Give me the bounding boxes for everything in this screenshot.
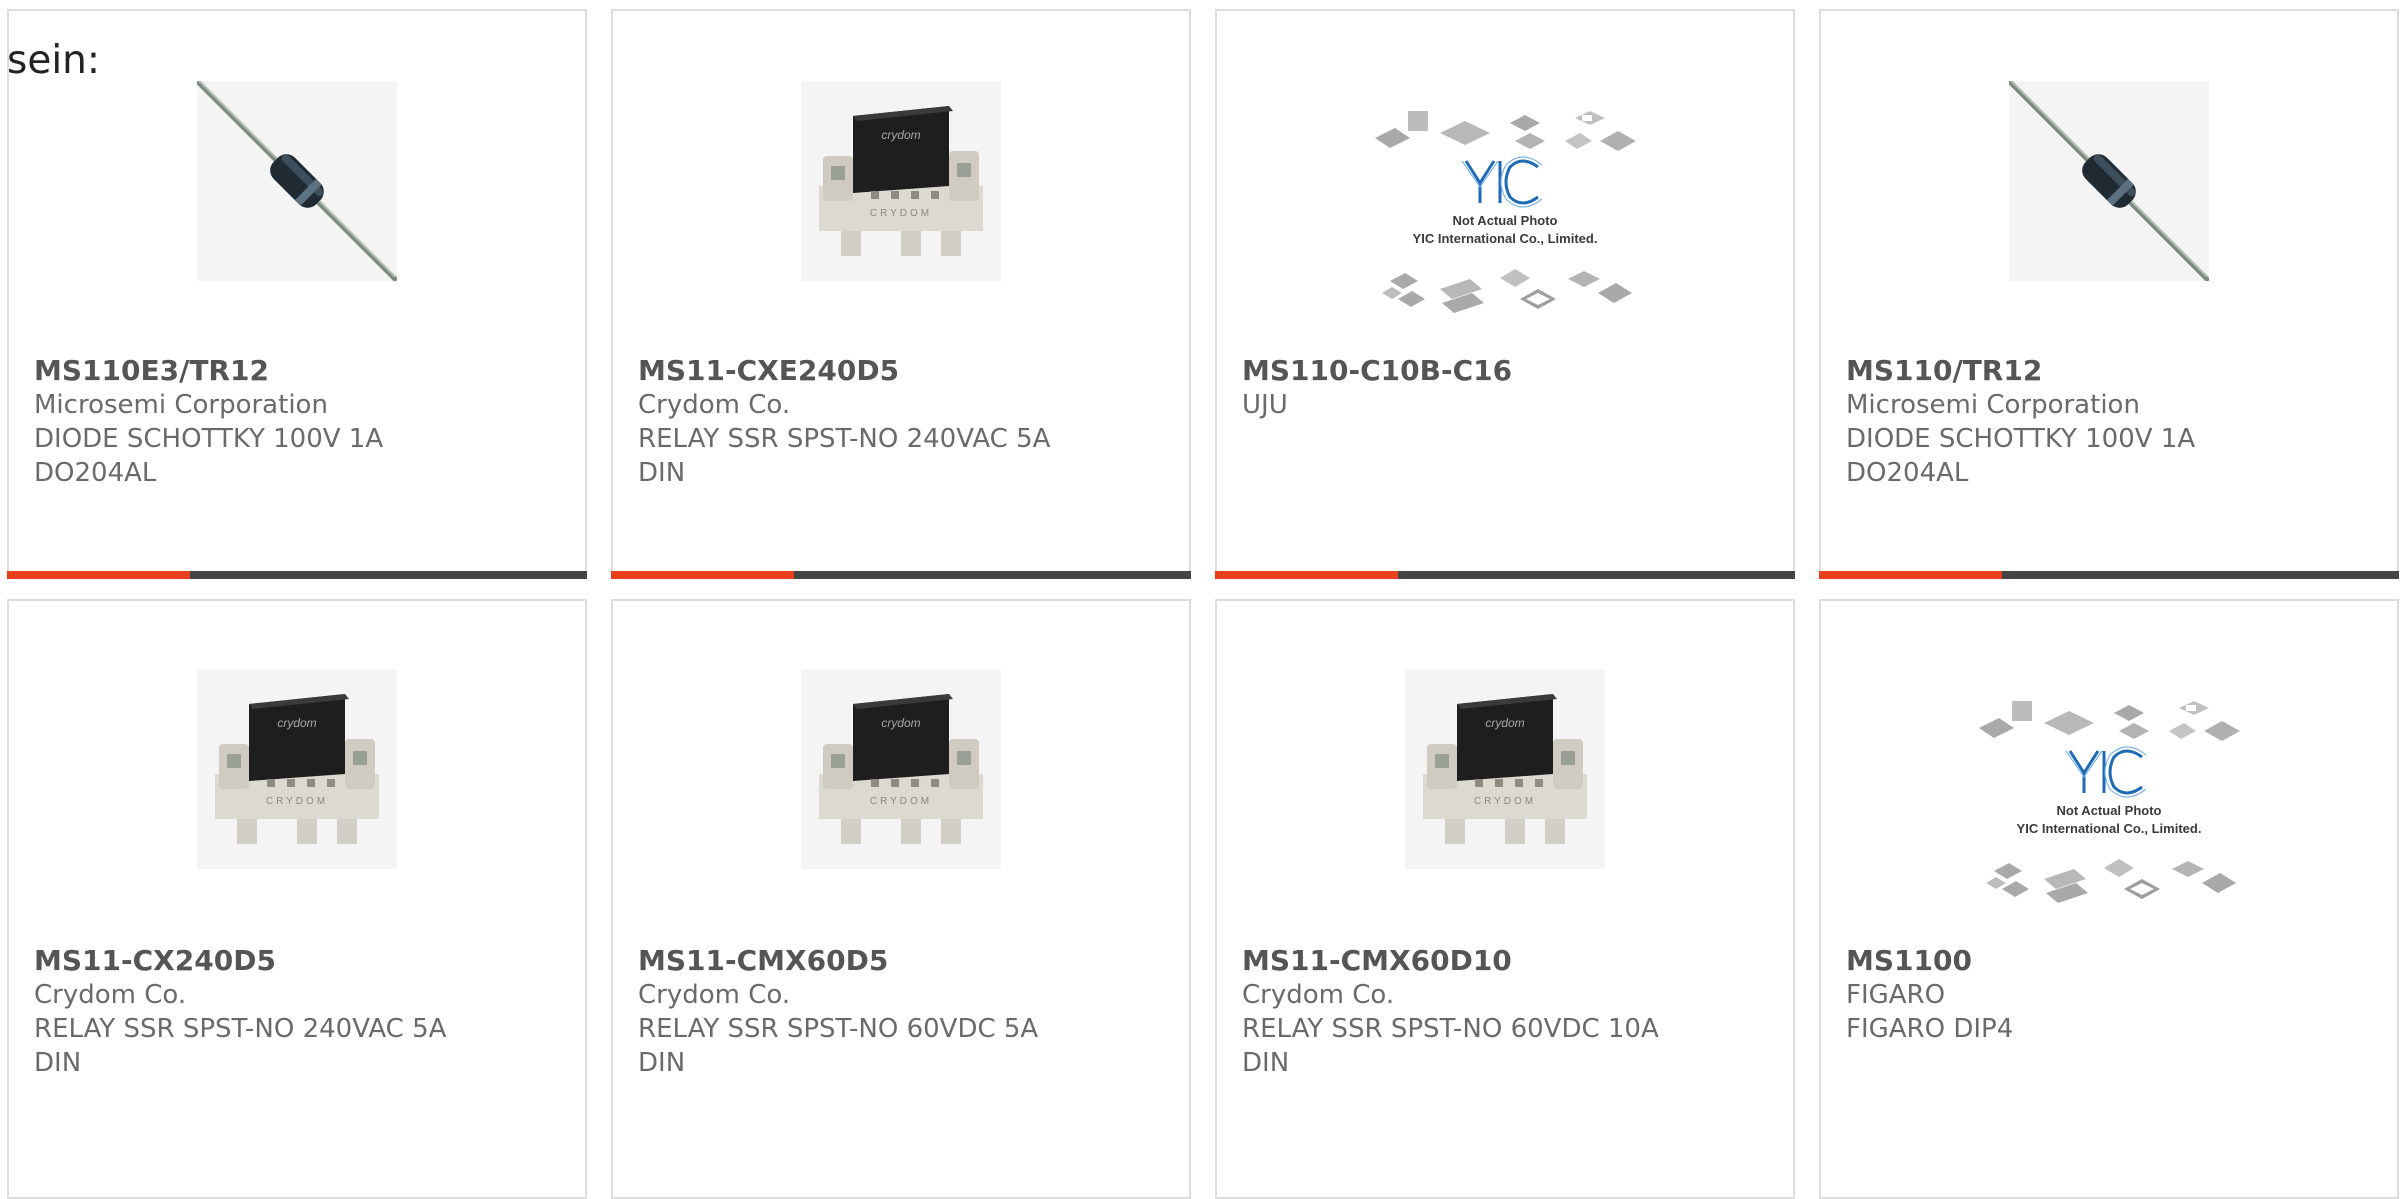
relay-brand-text: crydom xyxy=(1485,716,1524,730)
part-number[interactable]: MS110/TR12 xyxy=(1846,354,2195,388)
product-info: MS110/TR12 Microsemi Corporation DIODE S… xyxy=(1846,354,2195,490)
manufacturer: Crydom Co. xyxy=(638,980,791,1010)
part-number[interactable]: MS11-CMX60D5 xyxy=(638,944,1038,978)
relay-icon: crydom CRYDOM xyxy=(801,669,1001,869)
product-card[interactable]: MS110/TR12 Microsemi Corporation DIODE S… xyxy=(1819,9,2399,579)
card-bottom-bar xyxy=(1819,571,2399,579)
product-info: MS11-CX240D5 Crydom Co. RELAY SSR SPST-N… xyxy=(34,944,446,1080)
product-card[interactable]: crydom CRYDOM MS11-CX240D5 Crydom Co. RE… xyxy=(7,599,587,1199)
product-info: MS11-CXE240D5 Crydom Co. RELAY SSR SPST-… xyxy=(638,354,1050,490)
description-line1: RELAY SSR SPST-NO 240VAC 5A xyxy=(638,424,1051,454)
product-info: MS11-CMX60D10 Crydom Co. RELAY SSR SPST-… xyxy=(1242,944,1659,1080)
card-bottom-bar xyxy=(1215,571,1795,579)
manufacturer: Crydom Co. xyxy=(34,980,187,1010)
relay-icon: crydom CRYDOM xyxy=(1405,669,1605,869)
part-number[interactable]: MS1100 xyxy=(1846,944,2013,978)
product-info: MS110E3/TR12 Microsemi Corporation DIODE… xyxy=(34,354,383,490)
diode-icon xyxy=(2009,81,2209,281)
relay-front-text: CRYDOM xyxy=(1474,796,1536,807)
part-number[interactable]: MS11-CMX60D10 xyxy=(1242,944,1659,978)
product-card[interactable]: MS110E3/TR12 Microsemi Corporation DIODE… xyxy=(7,9,587,579)
card-accent-bar xyxy=(1819,571,2002,579)
description-line2: DO204AL xyxy=(1846,458,1969,488)
relay-brand-text: crydom xyxy=(881,716,920,730)
relay-icon: crydom CRYDOM xyxy=(197,669,397,869)
card-accent-bar xyxy=(611,571,794,579)
description-line2: DIN xyxy=(638,1048,686,1078)
product-info: MS1100 FIGARO FIGARO DIP4 xyxy=(1846,944,2013,1046)
description-line1: DIODE SCHOTTKY 100V 1A xyxy=(34,424,384,454)
description-line1: RELAY SSR SPST-NO 60VDC 5A xyxy=(638,1014,1039,1044)
product-info: MS11-CMX60D5 Crydom Co. RELAY SSR SPST-N… xyxy=(638,944,1038,1080)
placeholder-line1: Not Actual Photo xyxy=(1453,213,1558,228)
product-card[interactable]: crydom CRYDOM MS11-CMX60D10 Crydom Co. R… xyxy=(1215,599,1795,1199)
description-line1: RELAY SSR SPST-NO 240VAC 5A xyxy=(34,1014,447,1044)
product-image[interactable]: crydom CRYDOM xyxy=(1217,669,1793,949)
relay-front-text: CRYDOM xyxy=(870,208,932,219)
product-image[interactable] xyxy=(9,81,585,361)
card-accent-bar xyxy=(1215,571,1398,579)
description-line2: DO204AL xyxy=(34,458,157,488)
product-image[interactable]: crydom CRYDOM xyxy=(9,669,585,949)
relay-brand-text: crydom xyxy=(881,128,920,142)
part-number[interactable]: MS11-CXE240D5 xyxy=(638,354,1050,388)
manufacturer: UJU xyxy=(1242,390,1288,420)
placeholder-line1: Not Actual Photo xyxy=(2057,803,2162,818)
manufacturer: FIGARO xyxy=(1846,980,1946,1010)
intro-text: sein: xyxy=(7,38,101,83)
product-card[interactable]: crydom CRYDOM MS11-CXE240D5 Crydom Co. R… xyxy=(611,9,1191,579)
placeholder-line2: YIC International Co., Limited. xyxy=(2017,821,2202,836)
product-image[interactable]: Not Actual Photo YIC International Co., … xyxy=(1217,103,1793,383)
product-card[interactable]: Not Actual Photo YIC International Co., … xyxy=(1215,9,1795,579)
relay-brand-text: crydom xyxy=(277,716,316,730)
description-line1: RELAY SSR SPST-NO 60VDC 10A xyxy=(1242,1014,1659,1044)
relay-front-text: CRYDOM xyxy=(870,796,932,807)
product-card[interactable]: crydom CRYDOM MS11-CMX60D5 Crydom Co. RE… xyxy=(611,599,1191,1199)
description-line2: DIN xyxy=(638,458,686,488)
placeholder-icon: Not Actual Photo YIC International Co., … xyxy=(1375,111,1636,313)
part-number[interactable]: MS110E3/TR12 xyxy=(34,354,383,388)
part-number[interactable]: MS110-C10B-C16 xyxy=(1242,354,1512,388)
description-line2: DIN xyxy=(34,1048,82,1078)
placeholder-line2: YIC International Co., Limited. xyxy=(1413,231,1598,246)
manufacturer: Microsemi Corporation xyxy=(1846,390,2140,420)
product-image[interactable] xyxy=(1821,81,2397,361)
product-image[interactable]: Not Actual Photo YIC International Co., … xyxy=(1821,693,2397,973)
placeholder-icon: Not Actual Photo YIC International Co., … xyxy=(1979,701,2240,903)
manufacturer: Crydom Co. xyxy=(638,390,791,420)
relay-icon: crydom CRYDOM xyxy=(801,81,1001,281)
card-accent-bar xyxy=(7,571,190,579)
diode-icon xyxy=(197,81,397,281)
card-bottom-bar xyxy=(7,571,587,579)
manufacturer: Microsemi Corporation xyxy=(34,390,328,420)
manufacturer: Crydom Co. xyxy=(1242,980,1395,1010)
description-line1: FIGARO DIP4 xyxy=(1846,1014,2014,1044)
description-line1: DIODE SCHOTTKY 100V 1A xyxy=(1846,424,2196,454)
card-bottom-bar xyxy=(611,571,1191,579)
relay-front-text: CRYDOM xyxy=(266,796,328,807)
product-image[interactable]: crydom CRYDOM xyxy=(613,669,1189,949)
product-image[interactable]: crydom CRYDOM xyxy=(613,81,1189,361)
product-info: MS110-C10B-C16 UJU xyxy=(1242,354,1512,422)
product-card[interactable]: Not Actual Photo YIC International Co., … xyxy=(1819,599,2399,1199)
product-grid: MS110E3/TR12 Microsemi Corporation DIODE… xyxy=(7,9,2400,1199)
part-number[interactable]: MS11-CX240D5 xyxy=(34,944,446,978)
description-line2: DIN xyxy=(1242,1048,1290,1078)
